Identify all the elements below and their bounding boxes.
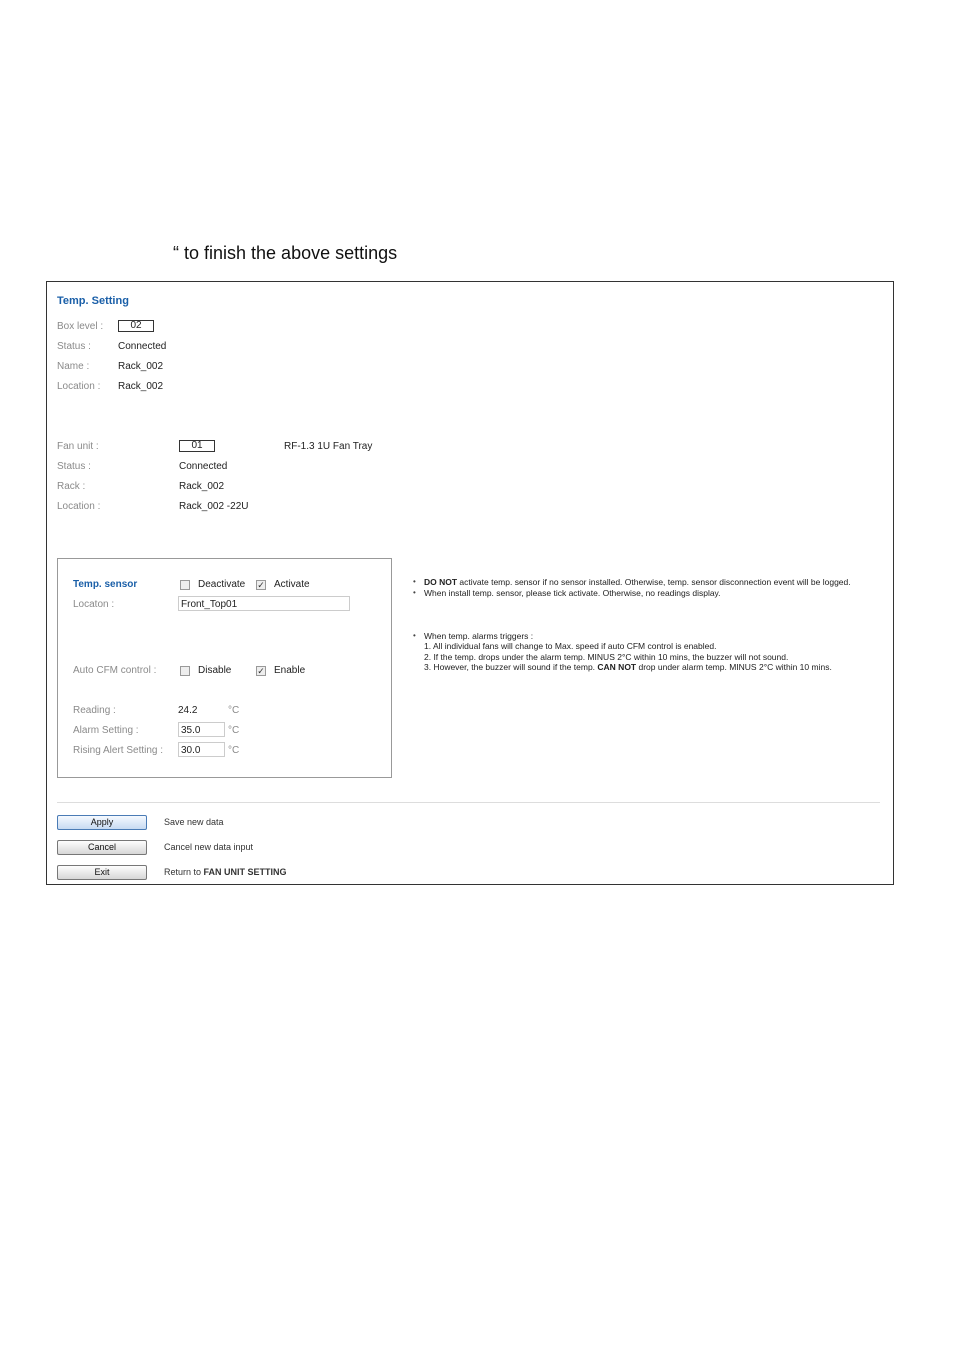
cfm-disable-label: Disable xyxy=(198,665,232,676)
note-text: 3. However, the buzzer will sound if the… xyxy=(424,662,598,672)
note-alarm-2: 2. If the temp. drops under the alarm te… xyxy=(424,652,789,662)
box-location-value: Rack_002 xyxy=(118,381,164,392)
cfm-disable-checkbox[interactable] xyxy=(180,666,190,676)
fan-unit-label: Fan unit : xyxy=(57,441,99,452)
rising-alert-label: Rising Alert Setting : xyxy=(73,745,164,756)
cfm-enable-checkbox[interactable]: ✓ xyxy=(256,666,266,676)
fan-rack-label: Rack : xyxy=(57,481,86,492)
note-text: drop under alarm temp. MINUS 2°C within … xyxy=(636,662,832,672)
instruction-text: “ to finish the above settings xyxy=(173,243,398,263)
deactivate-checkbox[interactable] xyxy=(180,580,190,590)
temp-sensor-panel: Temp. sensor Deactivate ✓ Activate Locat… xyxy=(57,558,392,778)
rising-unit: °C xyxy=(228,745,240,756)
alarm-setting-input[interactable]: 35.0 xyxy=(178,722,225,737)
fan-location-value: Rack_002 -22U xyxy=(179,501,249,512)
box-name-value: Rack_002 xyxy=(118,361,164,372)
cancel-button[interactable]: Cancel xyxy=(57,840,147,855)
note-alarm-triggers: When temp. alarms triggers : xyxy=(424,631,534,641)
box-name-label: Name : xyxy=(57,361,90,372)
activate-label: Activate xyxy=(274,579,310,590)
auto-cfm-label: Auto CFM control : xyxy=(73,665,157,676)
alarm-unit: °C xyxy=(228,725,240,736)
sensor-location-input[interactable]: Front_Top01 xyxy=(178,596,350,611)
fan-location-label: Location : xyxy=(57,501,101,512)
bullet-icon: • xyxy=(413,577,416,586)
cfm-enable-label: Enable xyxy=(274,665,306,676)
temp-setting-screenshot: Temp. Setting Box level : 02 Status : Co… xyxy=(46,281,894,885)
fan-status-value: Connected xyxy=(179,461,228,472)
apply-description: Save new data xyxy=(164,817,224,827)
apply-button[interactable]: Apply xyxy=(57,815,147,830)
exit-button[interactable]: Exit xyxy=(57,865,147,880)
temp-sensor-title: Temp. sensor xyxy=(73,579,138,590)
reading-value: 24.2 xyxy=(178,705,198,716)
divider xyxy=(57,802,880,803)
fan-rack-value: Rack_002 xyxy=(179,481,225,492)
fan-status-label: Status : xyxy=(57,461,91,472)
cancel-description: Cancel new data input xyxy=(164,842,254,852)
bullet-icon: • xyxy=(413,588,416,597)
reading-unit: °C xyxy=(228,705,240,716)
box-status-label: Status : xyxy=(57,341,91,352)
box-level-value: 02 xyxy=(118,320,154,332)
box-status-value: Connected xyxy=(118,341,167,352)
note-install-sensor: When install temp. sensor, please tick a… xyxy=(424,588,721,598)
note-bold: DO NOT xyxy=(424,577,458,587)
exit-desc-prefix: Return to xyxy=(164,867,204,877)
rising-alert-input[interactable]: 30.0 xyxy=(178,742,225,757)
fan-model: RF-1.3 1U Fan Tray xyxy=(284,441,373,452)
exit-description: Return to FAN UNIT SETTING xyxy=(164,867,287,877)
sensor-location-label: Locaton : xyxy=(73,599,115,610)
note-alarm-1: 1. All individual fans will change to Ma… xyxy=(424,641,717,651)
note-text: activate temp. sensor if no sensor insta… xyxy=(457,577,851,587)
note-do-not-activate: DO NOT activate temp. sensor if no senso… xyxy=(424,577,851,588)
note-bold: CAN NOT xyxy=(597,662,637,672)
page-title: Temp. Setting xyxy=(57,295,129,307)
deactivate-label: Deactivate xyxy=(198,579,246,590)
reading-label: Reading : xyxy=(73,705,116,716)
exit-desc-target: FAN UNIT SETTING xyxy=(203,867,287,877)
fan-unit-value: 01 xyxy=(179,440,215,452)
activate-checkbox[interactable]: ✓ xyxy=(256,580,266,590)
box-level-label: Box level : xyxy=(57,321,104,332)
box-location-label: Location : xyxy=(57,381,101,392)
note-alarm-3: 3. However, the buzzer will sound if the… xyxy=(424,662,832,673)
alarm-setting-label: Alarm Setting : xyxy=(73,725,139,736)
bullet-icon: • xyxy=(413,631,416,640)
